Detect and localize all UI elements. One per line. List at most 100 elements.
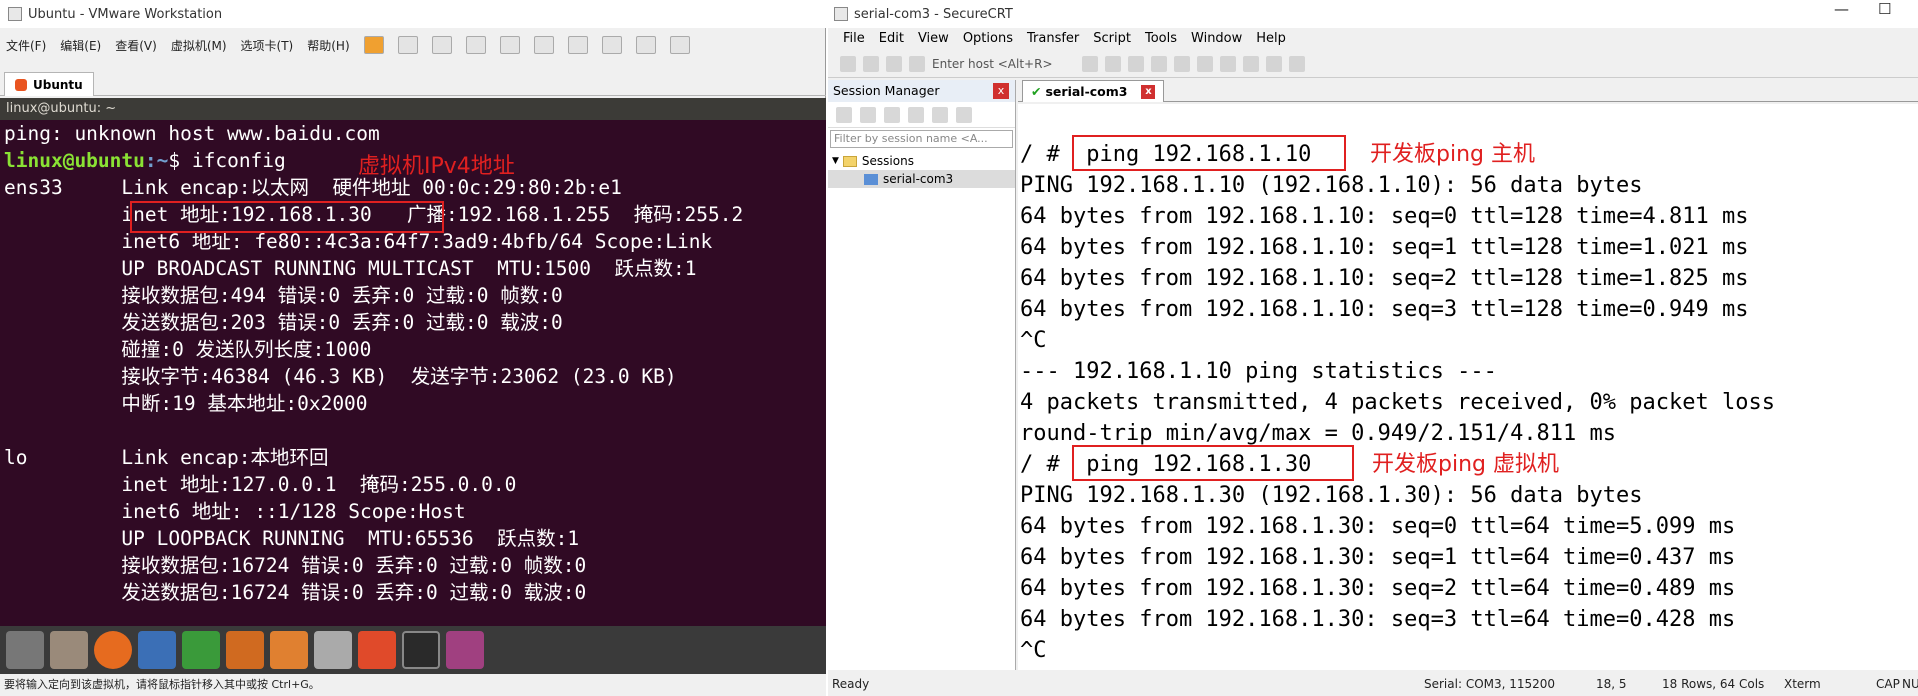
session-icon[interactable] xyxy=(860,106,876,123)
library-icon[interactable] xyxy=(533,36,554,54)
securecrt-menu-bar: File Edit View Options Transfer Script T… xyxy=(828,28,1918,48)
vmware-title: Ubuntu - VMware Workstation xyxy=(28,6,223,22)
settings-icon[interactable] xyxy=(1197,55,1213,72)
sftp-icon[interactable] xyxy=(1243,55,1259,72)
tree-item-serial-com3[interactable]: serial-com3 xyxy=(828,170,1015,188)
calc-icon[interactable] xyxy=(182,631,220,669)
files-icon[interactable] xyxy=(50,631,88,669)
close-tab-icon[interactable]: x xyxy=(1141,84,1156,99)
prompt-command: $ ifconfig xyxy=(168,149,286,172)
print-icon[interactable] xyxy=(1174,55,1190,72)
inet-highlight-box xyxy=(130,201,444,233)
terminal-line: UP BROADCAST RUNNING MULTICAST MTU:1500 … xyxy=(4,257,697,280)
terminal-line: 发送数据包:203 错误:0 丢弃:0 过载:0 载波:0 xyxy=(4,311,563,334)
firefox-icon[interactable] xyxy=(94,631,132,669)
quick-connect-icon[interactable] xyxy=(863,55,879,72)
add-icon[interactable] xyxy=(884,106,900,123)
workspace-icon[interactable] xyxy=(446,631,484,669)
unity-icon[interactable] xyxy=(635,36,656,54)
menu-file[interactable]: 文件(F) xyxy=(6,37,46,54)
dash-icon[interactable] xyxy=(6,631,44,669)
tree-root-label: Sessions xyxy=(861,154,914,168)
console-view-icon[interactable] xyxy=(567,36,588,54)
menu-script[interactable]: Script xyxy=(1093,31,1131,46)
connect-icon[interactable] xyxy=(840,55,856,72)
host-input[interactable]: Enter host <Alt+R> xyxy=(932,57,1072,71)
help-icon[interactable] xyxy=(1266,55,1282,72)
monitor-icon xyxy=(864,173,878,185)
menu-view[interactable]: View xyxy=(918,31,949,46)
menu-edit[interactable]: Edit xyxy=(879,31,904,46)
find-icon[interactable] xyxy=(1151,55,1167,72)
cut-icon[interactable] xyxy=(908,106,924,123)
session-filter-input[interactable]: Filter by session name <A... xyxy=(830,130,1013,148)
close-icon[interactable]: x xyxy=(993,83,1009,99)
paste-icon[interactable] xyxy=(1105,55,1121,72)
menu-edit[interactable]: 编辑(E) xyxy=(60,37,101,54)
maximize-icon[interactable]: ☐ xyxy=(1878,0,1891,18)
ping-host-annotation: 开发板ping 主机 xyxy=(1370,142,1535,167)
menu-help[interactable]: 帮助(H) xyxy=(307,37,349,54)
tree-item-label: serial-com3 xyxy=(883,172,954,186)
ubuntu-terminal[interactable]: ping: unknown host www.baidu.com linux@ub… xyxy=(0,120,826,626)
revert-snapshot-icon[interactable] xyxy=(465,36,486,54)
pause-icon[interactable] xyxy=(363,36,384,54)
menu-options[interactable]: Options xyxy=(963,31,1013,46)
terminal-line: 64 bytes from 192.168.1.10: seq=1 ttl=12… xyxy=(1020,235,1749,260)
terminal-line: 64 bytes from 192.168.1.10: seq=0 ttl=12… xyxy=(1020,204,1749,229)
terminal-line: UP LOOPBACK RUNNING MTU:65536 跃点数:1 xyxy=(4,527,580,550)
menu-help[interactable]: Help xyxy=(1256,31,1286,46)
thumbnail-icon[interactable] xyxy=(669,36,690,54)
keymap-icon[interactable] xyxy=(1220,55,1236,72)
terminal-line: 发送数据包:16724 错误:0 丢弃:0 过载:0 载波:0 xyxy=(4,581,587,604)
menu-vm[interactable]: 虚拟机(M) xyxy=(171,37,227,54)
vmware-title-bar: Ubuntu - VMware Workstation xyxy=(0,0,826,28)
menu-tools[interactable]: Tools xyxy=(1145,31,1177,46)
paste-icon[interactable] xyxy=(956,106,972,123)
status-ready: Ready xyxy=(832,677,870,691)
connected-check-icon: ✔ xyxy=(1031,84,1042,99)
ubuntu-icon xyxy=(15,78,27,91)
snapshot-icon[interactable] xyxy=(431,36,452,54)
terminal-line: ^C xyxy=(1020,328,1047,353)
disconnect-icon[interactable] xyxy=(909,55,925,72)
send-keys-icon[interactable] xyxy=(397,36,418,54)
terminal-line: 64 bytes from 192.168.1.30: seq=0 ttl=64… xyxy=(1020,514,1736,539)
xampp-icon[interactable] xyxy=(358,631,396,669)
prompt-user: linux@ubuntu xyxy=(4,149,145,172)
copy-icon[interactable] xyxy=(932,106,948,123)
status-cursor-pos: 18, 5 xyxy=(1596,677,1627,691)
link-icon[interactable] xyxy=(836,106,852,123)
vmware-app-icon xyxy=(8,7,22,21)
chevron-down-icon[interactable]: ▼ xyxy=(832,152,839,170)
menu-tabs[interactable]: 选项卡(T) xyxy=(241,37,294,54)
terminal-line: 碰撞:0 发送队列长度:1000 xyxy=(4,338,372,361)
impress-icon[interactable] xyxy=(226,631,264,669)
terminal-line: --- 192.168.1.10 ping statistics --- xyxy=(1020,359,1497,384)
snapshot-manager-icon[interactable] xyxy=(499,36,520,54)
tab-ubuntu[interactable]: Ubuntu xyxy=(4,72,94,96)
terminal-line: 接收字节:46384 (46.3 KB) 发送字节:23062 (23.0 KB… xyxy=(4,365,677,388)
copy-paste-icon[interactable] xyxy=(1128,55,1144,72)
tab-serial-com3[interactable]: ✔ serial-com3 x xyxy=(1022,80,1165,102)
menu-view[interactable]: 查看(V) xyxy=(115,37,157,54)
copy-icon[interactable] xyxy=(1082,55,1098,72)
terminal-line: 接收数据包:494 错误:0 丢弃:0 过载:0 帧数:0 xyxy=(4,284,563,307)
ping-vm-annotation: 开发板ping 虚拟机 xyxy=(1372,452,1559,477)
tree-item-sessions[interactable]: ▼ Sessions xyxy=(828,152,1015,170)
menu-window[interactable]: Window xyxy=(1191,31,1242,46)
reconnect-icon[interactable] xyxy=(886,55,902,72)
menu-transfer[interactable]: Transfer xyxy=(1027,31,1079,46)
serial-terminal[interactable]: / # ping 192.168.1.10 PING 192.168.1.10 (… xyxy=(1018,104,1918,670)
settings-icon[interactable] xyxy=(314,631,352,669)
terminal-line: 64 bytes from 192.168.1.10: seq=2 ttl=12… xyxy=(1020,266,1749,291)
software-center-icon[interactable] xyxy=(270,631,308,669)
map-icon[interactable] xyxy=(1289,55,1305,72)
status-caps: CAP xyxy=(1876,677,1900,691)
fullscreen-icon[interactable] xyxy=(601,36,622,54)
writer-icon[interactable] xyxy=(138,631,176,669)
securecrt-title: serial-com3 - SecureCRT xyxy=(854,6,1013,22)
minimize-icon[interactable]: — xyxy=(1834,0,1849,18)
terminal-icon[interactable] xyxy=(402,631,440,669)
menu-file[interactable]: File xyxy=(843,31,865,46)
